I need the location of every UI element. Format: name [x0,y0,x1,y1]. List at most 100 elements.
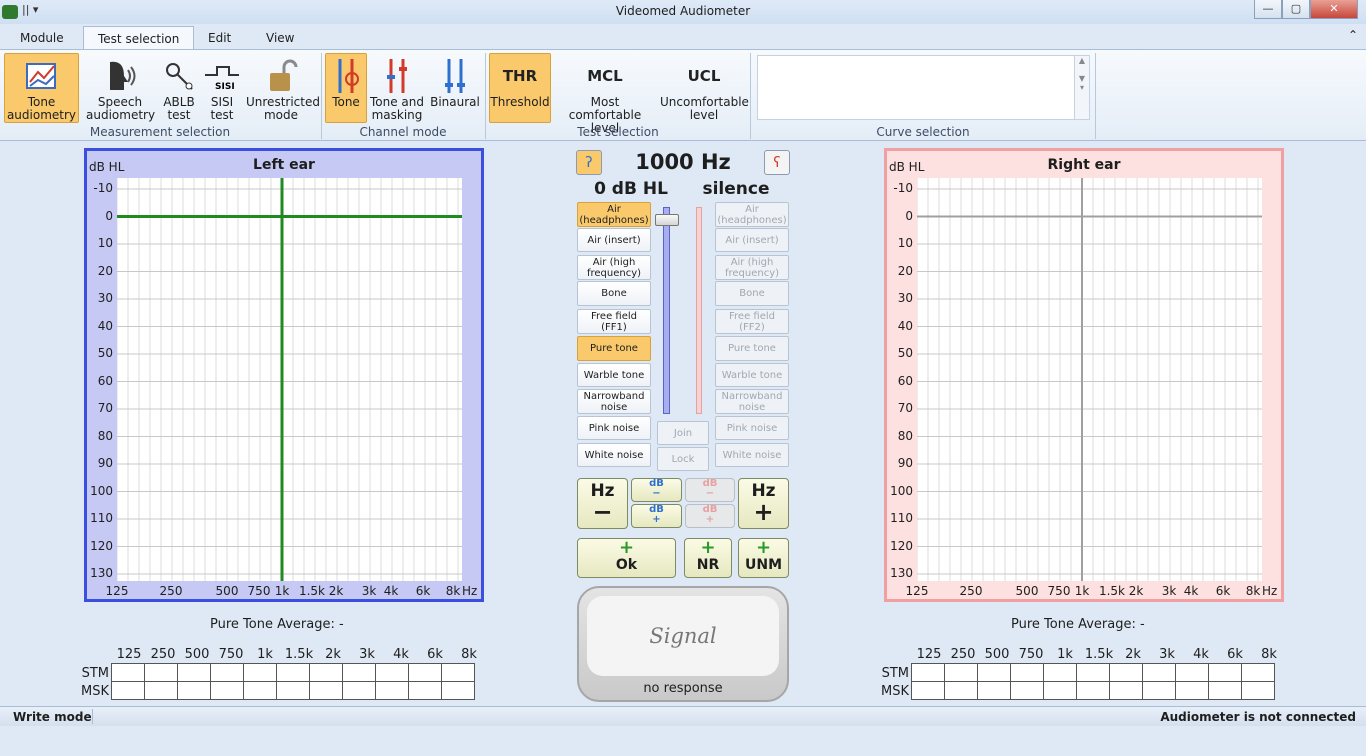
table-cell[interactable] [309,681,343,700]
right-level-slider[interactable] [696,207,702,414]
collapse-ribbon-icon[interactable]: ⌃ [1348,28,1358,42]
tab-test-selection[interactable]: Test selection [83,26,195,50]
uncomfortable-level-button[interactable]: UCL Uncomfortable level [659,53,749,123]
nr-button[interactable]: + NR [684,538,732,578]
curve-selection-list[interactable] [757,55,1077,120]
right-output-button[interactable]: Air (high frequency) [715,255,789,280]
table-cell[interactable] [1010,663,1044,682]
speech-audiometry-button[interactable]: Speech audiometry [85,53,155,123]
binaural-button[interactable]: Binaural [429,53,481,123]
left-output-button[interactable]: Air (insert) [577,228,651,252]
hz-increase-button[interactable]: Hz + [738,478,789,529]
table-cell[interactable] [309,663,343,682]
join-button[interactable]: Join [657,421,709,445]
left-output-button[interactable]: Narrowband noise [577,389,651,414]
right-db-increase-button[interactable]: dB + [685,504,735,528]
tone-channel-button[interactable]: Tone [325,53,367,123]
table-cell[interactable] [144,681,178,700]
table-cell[interactable] [342,681,376,700]
table-cell[interactable] [944,663,978,682]
tab-module[interactable]: Module [6,26,78,50]
left-level-slider-thumb[interactable] [655,214,679,226]
table-cell[interactable] [1241,663,1275,682]
table-cell[interactable] [1208,663,1242,682]
table-cell[interactable] [177,663,211,682]
table-cell[interactable] [944,681,978,700]
unm-button[interactable]: + UNM [738,538,789,578]
table-cell[interactable] [375,663,409,682]
right-grid[interactable] [917,178,1262,581]
left-output-button[interactable]: White noise [577,443,651,467]
table-cell[interactable] [441,663,475,682]
left-db-increase-button[interactable]: dB + [631,504,682,528]
table-cell[interactable] [977,681,1011,700]
left-output-button[interactable]: Air (headphones) [577,202,651,227]
right-output-button[interactable]: Pure tone [715,336,789,361]
tab-view[interactable]: View [252,26,308,50]
table-cell[interactable] [1241,681,1275,700]
table-cell[interactable] [1043,663,1077,682]
tone-audiometry-button[interactable]: Tone audiometry [4,53,79,123]
sisi-test-button[interactable]: SISI SISI test [201,53,243,123]
right-ear-select-icon[interactable]: ʕ [764,150,790,175]
right-output-button[interactable]: Air (headphones) [715,202,789,227]
left-ear-audiogram[interactable]: Left ear dB HL -10 0 10 20 30 40 50 60 70 80 90 100… [84,148,484,602]
table-cell[interactable] [177,681,211,700]
right-output-button[interactable]: Free field (FF2) [715,309,789,334]
table-cell[interactable] [1076,663,1110,682]
table-cell[interactable] [1109,681,1143,700]
left-level-slider[interactable] [663,207,670,414]
table-cell[interactable] [911,663,945,682]
table-cell[interactable] [1076,681,1110,700]
close-button[interactable]: ✕ [1310,0,1358,19]
table-cell[interactable] [210,681,244,700]
table-cell[interactable] [441,681,475,700]
right-output-button[interactable]: Bone [715,281,789,306]
table-cell[interactable] [1175,681,1209,700]
table-cell[interactable] [1208,681,1242,700]
ok-button[interactable]: + Ok [577,538,676,578]
right-ear-audiogram[interactable]: Right ear dB HL -10 0 10 20 30 40 50 60 70 80 90 10… [884,148,1284,602]
table-cell[interactable] [144,663,178,682]
right-db-decrease-button[interactable]: dB − [685,478,735,502]
table-cell[interactable] [276,681,310,700]
left-output-button[interactable]: Warble tone [577,363,651,387]
left-output-button[interactable]: Pink noise [577,416,651,440]
right-output-button[interactable]: Air (insert) [715,228,789,252]
left-ear-select-icon[interactable]: ʔ [576,150,602,175]
maximize-button[interactable]: ▢ [1282,0,1310,19]
table-cell[interactable] [1142,681,1176,700]
table-cell[interactable] [243,663,277,682]
table-cell[interactable] [342,663,376,682]
tone-and-masking-button[interactable]: Tone and masking [369,53,425,123]
table-cell[interactable] [276,663,310,682]
right-output-button[interactable]: Pink noise [715,416,789,440]
table-cell[interactable] [1142,663,1176,682]
table-cell[interactable] [408,663,442,682]
right-output-button[interactable]: White noise [715,443,789,467]
table-cell[interactable] [375,681,409,700]
table-cell[interactable] [1175,663,1209,682]
left-grid[interactable] [117,178,462,581]
table-cell[interactable] [1109,663,1143,682]
left-output-button[interactable]: Pure tone [577,336,651,361]
ablb-test-button[interactable]: ABLB test [158,53,200,123]
table-cell[interactable] [1043,681,1077,700]
table-cell[interactable] [111,681,145,700]
lock-button[interactable]: Lock [657,447,709,471]
unrestricted-mode-button[interactable]: Unrestricted mode [245,53,320,123]
right-output-button[interactable]: Warble tone [715,363,789,387]
left-output-button[interactable]: Bone [577,281,651,306]
table-cell[interactable] [408,681,442,700]
table-cell[interactable] [111,663,145,682]
right-output-button[interactable]: Narrowband noise [715,389,789,414]
left-db-decrease-button[interactable]: dB − [631,478,682,502]
hz-decrease-button[interactable]: Hz − [577,478,628,529]
left-output-button[interactable]: Free field (FF1) [577,309,651,334]
most-comfortable-level-button[interactable]: MCL Most comfortable level [554,53,656,135]
tab-edit[interactable]: Edit [194,26,245,50]
table-cell[interactable] [911,681,945,700]
left-output-button[interactable]: Air (high frequency) [577,255,651,280]
table-cell[interactable] [243,681,277,700]
table-cell[interactable] [210,663,244,682]
